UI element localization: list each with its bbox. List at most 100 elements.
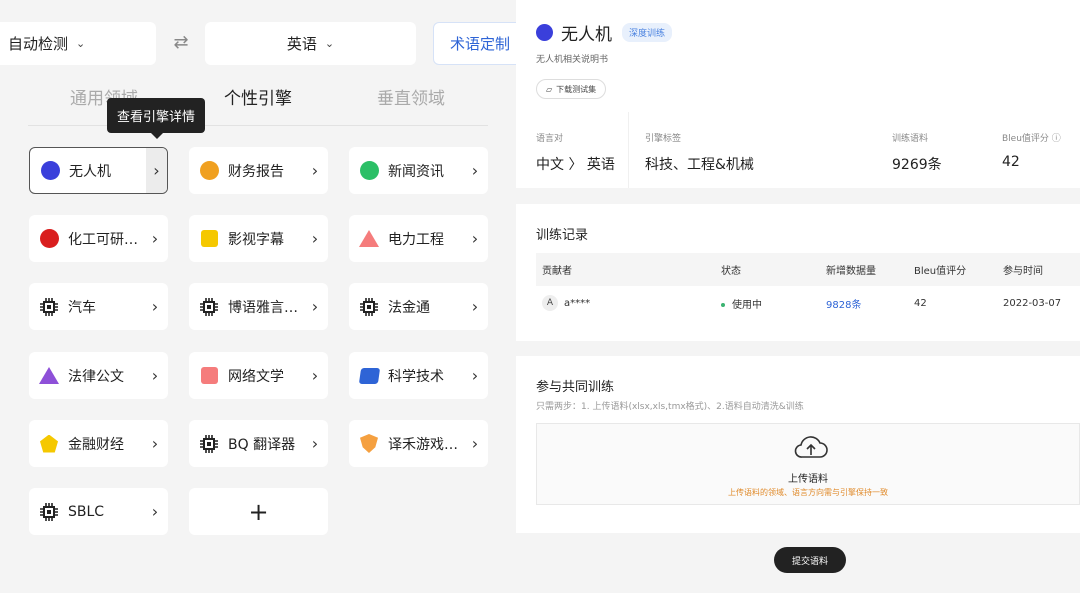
engine-item[interactable]: 博语雅言… › bbox=[189, 283, 328, 330]
engine-item[interactable]: 法金通 › bbox=[349, 283, 488, 330]
chevron-right-icon[interactable]: › bbox=[308, 420, 322, 467]
chevron-right-icon[interactable]: › bbox=[146, 148, 167, 193]
column-header: Bleu值评分 bbox=[914, 266, 967, 277]
engine-label: 影视字幕 bbox=[228, 231, 284, 248]
engine-item[interactable]: 译禾游戏… › bbox=[349, 420, 488, 467]
amount-link[interactable]: 9828条 bbox=[826, 296, 914, 311]
stat-label: 引擎标签 bbox=[645, 134, 682, 144]
circle-icon bbox=[39, 229, 59, 249]
download-icon: ▱ bbox=[546, 84, 553, 94]
stat-value: 科技、工程&机械 bbox=[645, 157, 754, 173]
engine-selector-panel: 自动检测 ⌄ ⇄ 英语 ⌄ 术语定制 通用领域 个性引擎 垂直领域 查看引擎详情… bbox=[0, 0, 533, 593]
engine-item[interactable]: 财务报告 › bbox=[189, 147, 328, 194]
chip-icon bbox=[199, 297, 219, 317]
stat-bleu-score: Bleu值评分 ⓘ 42 bbox=[1002, 131, 1061, 170]
engine-item[interactable]: 电力工程 › bbox=[349, 215, 488, 262]
chevron-right-icon[interactable]: › bbox=[148, 215, 162, 262]
chevron-right-icon[interactable]: › bbox=[468, 147, 482, 194]
chevron-right-icon[interactable]: › bbox=[468, 420, 482, 467]
engine-label: 电力工程 bbox=[388, 231, 444, 248]
status-cell: 使用中 bbox=[721, 296, 826, 311]
engine-label: 汽车 bbox=[68, 299, 96, 316]
engine-item[interactable]: 影视字幕 › bbox=[189, 215, 328, 262]
chevron-right-icon[interactable]: › bbox=[308, 352, 322, 399]
tab-personal-engine[interactable]: 个性引擎 bbox=[224, 84, 292, 109]
engine-item[interactable]: 新闻资讯 › bbox=[349, 147, 488, 194]
engine-label: 财务报告 bbox=[228, 163, 284, 180]
cloud-upload-icon bbox=[794, 436, 828, 458]
chevron-right-icon[interactable]: › bbox=[468, 352, 482, 399]
engine-label: 法金通 bbox=[388, 299, 430, 316]
status-text: 使用中 bbox=[732, 299, 762, 311]
training-records-title: 训练记录 bbox=[536, 228, 589, 243]
target-language-value: 英语 bbox=[286, 35, 317, 53]
engine-description: 无人机相关说明书 bbox=[536, 55, 609, 65]
column-header: 新增数据量 bbox=[826, 266, 876, 277]
engine-label: 网络文学 bbox=[228, 368, 284, 385]
engine-detail-tooltip: 查看引擎详情 bbox=[107, 98, 205, 139]
chevron-right-icon[interactable]: › bbox=[148, 352, 162, 399]
engine-label: 化工可研… bbox=[68, 231, 138, 248]
training-badge: 深度训练 bbox=[622, 23, 673, 42]
source-language-select[interactable]: 自动检测 ⌄ bbox=[0, 22, 156, 65]
chevron-right-icon[interactable]: › bbox=[148, 420, 162, 467]
trapezoid-icon bbox=[358, 366, 380, 386]
chevron-right-icon[interactable]: › bbox=[148, 283, 162, 330]
column-header: 状态 bbox=[721, 266, 741, 277]
chevron-down-icon: ⌄ bbox=[324, 37, 335, 50]
chevron-right-icon[interactable]: › bbox=[148, 488, 162, 535]
engine-detail-panel: 无人机 深度训练 无人机相关说明书 ▱ 下载测试集 语言对 中文 〉 英语 引擎… bbox=[516, 0, 1080, 593]
square-icon bbox=[199, 366, 219, 386]
chevron-right-icon[interactable]: › bbox=[308, 283, 322, 330]
contributor-name: a**** bbox=[564, 297, 591, 309]
chevron-right-icon[interactable]: › bbox=[308, 147, 322, 194]
stat-language-pair: 语言对 中文 〉 英语 bbox=[536, 131, 615, 174]
plus-icon: + bbox=[248, 497, 269, 526]
chevron-down-icon: ⌄ bbox=[76, 37, 86, 50]
engine-label: SBLC bbox=[68, 503, 105, 520]
add-engine-button[interactable]: + bbox=[189, 488, 328, 535]
engine-title: 无人机 深度训练 bbox=[536, 20, 673, 45]
engine-info-card: 无人机 深度训练 无人机相关说明书 ▱ 下载测试集 语言对 中文 〉 英语 引擎… bbox=[516, 0, 1080, 188]
chip-icon bbox=[39, 297, 59, 317]
status-dot bbox=[721, 302, 725, 307]
stat-value: 9269条 bbox=[892, 157, 942, 173]
triangle-icon bbox=[359, 229, 379, 249]
chevron-right-icon[interactable]: › bbox=[468, 283, 482, 330]
target-language-select[interactable]: 英语 ⌄ bbox=[205, 22, 416, 65]
engine-item[interactable]: 无人机 › bbox=[29, 147, 168, 194]
column-header: 贡献者 bbox=[542, 266, 572, 277]
tab-vertical[interactable]: 垂直领域 bbox=[377, 84, 445, 109]
submit-corpus-button[interactable]: 提交语料 bbox=[774, 547, 846, 573]
engine-item[interactable]: BQ 翻译器 › bbox=[189, 420, 328, 467]
engine-item[interactable]: SBLC › bbox=[29, 488, 168, 535]
avatar: A bbox=[542, 295, 558, 311]
engine-item[interactable]: 金融财经 › bbox=[29, 420, 168, 467]
stat-label: Bleu值评分 ⓘ bbox=[1002, 134, 1061, 144]
upload-dropzone[interactable]: 上传语料 上传语料的领域、语言方向需与引擎保持一致 bbox=[536, 423, 1080, 505]
engine-item[interactable]: 网络文学 › bbox=[189, 352, 328, 399]
chevron-right-icon[interactable]: › bbox=[308, 215, 322, 262]
chip-icon bbox=[39, 502, 59, 522]
engine-item[interactable]: 科学技术 › bbox=[349, 352, 488, 399]
engine-item[interactable]: 汽车 › bbox=[29, 283, 168, 330]
engine-label: 译禾游戏… bbox=[388, 436, 458, 453]
chip-icon bbox=[359, 297, 379, 317]
upload-note: 上传语料的领域、语言方向需与引擎保持一致 bbox=[728, 488, 888, 497]
chevron-right-icon[interactable]: › bbox=[468, 215, 482, 262]
engine-label: BQ 翻译器 bbox=[228, 436, 296, 453]
table-header: 贡献者 状态 新增数据量 Bleu值评分 参与时间 bbox=[536, 253, 1080, 286]
bleu-cell: 42 bbox=[914, 297, 927, 309]
circle-icon bbox=[199, 161, 219, 181]
engine-item[interactable]: 化工可研… › bbox=[29, 215, 168, 262]
stat-label: 语言对 bbox=[536, 134, 564, 144]
triangle-icon bbox=[39, 366, 59, 386]
engine-label: 无人机 bbox=[69, 163, 111, 180]
swap-languages-icon[interactable]: ⇄ bbox=[168, 30, 194, 56]
download-testset-button[interactable]: ▱ 下载测试集 bbox=[536, 79, 607, 99]
stat-value: 42 bbox=[1002, 154, 1020, 170]
engine-color-dot bbox=[536, 24, 553, 41]
stat-training-corpus: 训练语料 9269条 bbox=[892, 131, 942, 174]
square-icon bbox=[199, 229, 219, 249]
engine-item[interactable]: 法律公文 › bbox=[29, 352, 168, 399]
